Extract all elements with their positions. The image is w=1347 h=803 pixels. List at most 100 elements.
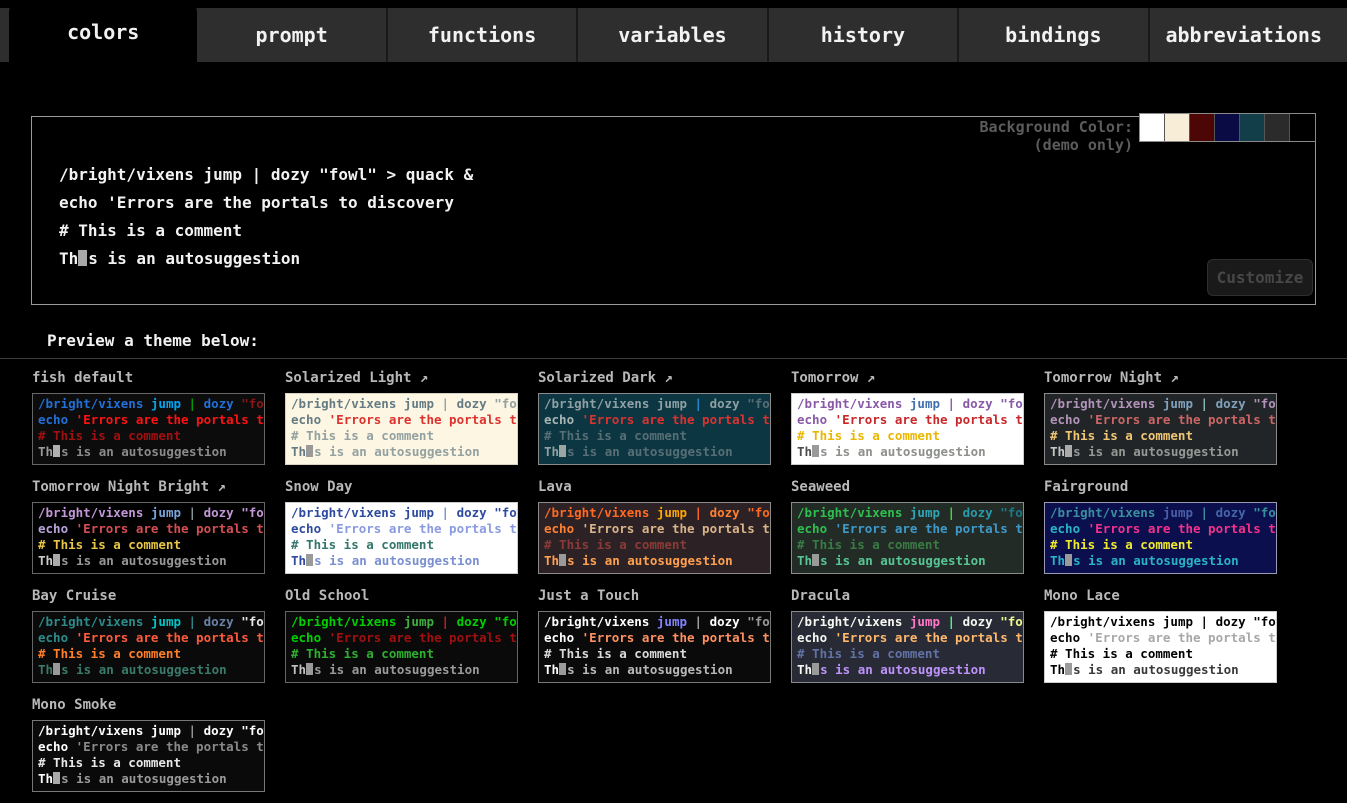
theme-card-mono-lace[interactable]: Mono Lace/bright/vixens jump | dozy "fow… bbox=[1044, 588, 1277, 683]
code-token: jump bbox=[910, 396, 940, 411]
code-token: dozy bbox=[204, 396, 234, 411]
code-token: echo bbox=[291, 412, 321, 427]
preview-line-string: echo 'Errors are the portals to discover… bbox=[797, 630, 1018, 646]
preview-line-command: /bright/vixens jump | dozy "fowl" > quac… bbox=[1050, 614, 1271, 630]
theme-card-lava[interactable]: Lava/bright/vixens jump | dozy "fowl" > … bbox=[538, 479, 771, 574]
theme-preview-box: /bright/vixens jump | dozy "fowl" > quac… bbox=[285, 502, 518, 574]
theme-card-solarized-light[interactable]: Solarized Light ↗/bright/vixens jump | d… bbox=[285, 370, 518, 465]
cursor-block bbox=[559, 554, 566, 566]
preview-line-command: /bright/vixens jump | dozy "fowl" > quac… bbox=[544, 614, 765, 630]
theme-name: Bay Cruise bbox=[32, 588, 265, 606]
cursor-block bbox=[53, 663, 60, 675]
code-token: 'Errors are the portals to discovery bbox=[1088, 630, 1277, 645]
code-token bbox=[827, 630, 835, 645]
code-token: # This is a comment bbox=[797, 428, 940, 443]
code-token: "fowl" > quack & bbox=[1253, 614, 1277, 629]
preview-line-command: /bright/vixens jump | dozy "fowl" > quac… bbox=[38, 723, 259, 739]
code-token: "fowl" > quack & bbox=[241, 396, 265, 411]
background-swatch-dark-red[interactable] bbox=[1190, 114, 1215, 141]
code-token: /bright/vixens bbox=[1050, 396, 1155, 411]
autosuggestion-head: Th bbox=[291, 444, 306, 459]
autosuggestion-tail: s is an autosuggestion bbox=[314, 662, 480, 677]
code-token bbox=[902, 614, 910, 629]
code-token: /bright/vixens bbox=[797, 396, 902, 411]
theme-card-seaweed[interactable]: Seaweed/bright/vixens jump | dozy "fowl"… bbox=[791, 479, 1024, 574]
external-link-icon: ↗ bbox=[411, 370, 428, 386]
autosuggestion-head: Th bbox=[544, 553, 559, 568]
code-token: dozy bbox=[963, 396, 993, 411]
autosuggestion-head: Th bbox=[1050, 553, 1065, 568]
background-color-swatches bbox=[1139, 113, 1316, 142]
preview-line-comment: # This is a comment bbox=[544, 428, 765, 444]
theme-card-bay-cruise[interactable]: Bay Cruise/bright/vixens jump | dozy "fo… bbox=[32, 588, 265, 683]
preview-line-comment: # This is a comment bbox=[1050, 428, 1271, 444]
code-token bbox=[1193, 614, 1201, 629]
tab-colors[interactable]: colors bbox=[9, 2, 197, 62]
code-token: jump bbox=[1163, 505, 1193, 520]
code-token bbox=[1080, 412, 1088, 427]
tab-variables[interactable]: variables bbox=[576, 8, 766, 62]
code-token: 'Errors are the portals to discovery bbox=[1088, 412, 1277, 427]
customize-button[interactable]: Customize bbox=[1207, 259, 1313, 296]
code-token: # This is a comment bbox=[544, 537, 687, 552]
code-token bbox=[143, 396, 151, 411]
theme-card-dracula[interactable]: Dracula/bright/vixens jump | dozy "fowl"… bbox=[791, 588, 1024, 683]
preview-line-autosuggestion: Ths is an autosuggestion bbox=[1050, 662, 1271, 678]
code-token bbox=[196, 505, 204, 520]
theme-card-mono-smoke[interactable]: Mono Smoke/bright/vixens jump | dozy "fo… bbox=[32, 697, 265, 792]
theme-card-old-school[interactable]: Old School/bright/vixens jump | dozy "fo… bbox=[285, 588, 518, 683]
external-link-icon: ↗ bbox=[1162, 370, 1179, 386]
background-color-label-line1: Background Color: bbox=[979, 118, 1133, 136]
code-token: /bright/vixens bbox=[291, 396, 396, 411]
preview-line-string: echo 'Errors are the portals to discover… bbox=[291, 630, 512, 646]
code-token: jump bbox=[1163, 396, 1193, 411]
theme-name-text: Snow Day bbox=[285, 479, 352, 495]
background-swatch-navy[interactable] bbox=[1215, 114, 1240, 141]
code-token: "fowl" > quack & bbox=[494, 505, 518, 520]
theme-name-text: Mono Lace bbox=[1044, 588, 1120, 604]
preview-line-comment: # This is a comment bbox=[1050, 537, 1271, 553]
preview-line-autosuggestion: Ths is an autosuggestion bbox=[38, 771, 259, 787]
code-token: /bright/vixens bbox=[797, 505, 902, 520]
background-swatch-dark-gray[interactable] bbox=[1265, 114, 1290, 141]
code-token: 'Errors are the portals to discovery bbox=[329, 521, 518, 536]
code-token: "fowl" > quack & bbox=[241, 614, 265, 629]
theme-card-just-a-touch[interactable]: Just a Touch/bright/vixens jump | dozy "… bbox=[538, 588, 771, 683]
tab-prompt[interactable]: prompt bbox=[197, 8, 385, 62]
tab-functions[interactable]: functions bbox=[386, 8, 576, 62]
tab-history[interactable]: history bbox=[767, 8, 957, 62]
background-swatch-cream[interactable] bbox=[1165, 114, 1190, 141]
preview-line-command: /bright/vixens jump | dozy "fowl" > quac… bbox=[797, 614, 1018, 630]
theme-card-tomorrow[interactable]: Tomorrow ↗/bright/vixens jump | dozy "fo… bbox=[791, 370, 1024, 465]
background-swatch-black[interactable] bbox=[1290, 114, 1315, 141]
code-token: | bbox=[189, 505, 197, 520]
tab-bindings[interactable]: bindings bbox=[957, 8, 1147, 62]
theme-card-fish-default[interactable]: fish default/bright/vixens jump | dozy "… bbox=[32, 370, 265, 465]
theme-name: Fairground bbox=[1044, 479, 1277, 497]
background-swatch-white[interactable] bbox=[1140, 114, 1165, 141]
preview-line-comment: # This is a comment bbox=[797, 646, 1018, 662]
code-token: /bright/vixens bbox=[544, 396, 649, 411]
autosuggestion-head: Th bbox=[544, 662, 559, 677]
theme-name: Tomorrow Night ↗ bbox=[1044, 370, 1277, 388]
preview-line-command: /bright/vixens jump | dozy "fowl" > quac… bbox=[544, 505, 765, 521]
theme-name: Solarized Dark ↗ bbox=[538, 370, 771, 388]
code-token bbox=[434, 396, 442, 411]
code-token: /bright/vixens bbox=[544, 614, 649, 629]
cursor-block bbox=[306, 663, 313, 675]
code-token bbox=[1080, 630, 1088, 645]
tab-abbreviations[interactable]: abbreviations bbox=[1148, 8, 1338, 62]
theme-card-fairground[interactable]: Fairground/bright/vixens jump | dozy "fo… bbox=[1044, 479, 1277, 574]
theme-name-text: Mono Smoke bbox=[32, 697, 116, 713]
code-token bbox=[321, 412, 329, 427]
theme-card-tomorrow-night[interactable]: Tomorrow Night ↗/bright/vixens jump | do… bbox=[1044, 370, 1277, 465]
code-token bbox=[687, 396, 695, 411]
code-token: /bright/vixens bbox=[38, 723, 143, 738]
theme-card-solarized-dark[interactable]: Solarized Dark ↗/bright/vixens jump | do… bbox=[538, 370, 771, 465]
theme-card-tomorrow-night-bright[interactable]: Tomorrow Night Bright ↗/bright/vixens ju… bbox=[32, 479, 265, 574]
background-swatch-dark-teal[interactable] bbox=[1240, 114, 1265, 141]
preview-line-string: echo 'Errors are the portals to discover… bbox=[797, 521, 1018, 537]
autosuggestion-tail: s is an autosuggestion bbox=[314, 553, 480, 568]
theme-card-snow-day[interactable]: Snow Day/bright/vixens jump | dozy "fowl… bbox=[285, 479, 518, 574]
preview-line-command: /bright/vixens jump | dozy "fowl" > quac… bbox=[38, 614, 259, 630]
